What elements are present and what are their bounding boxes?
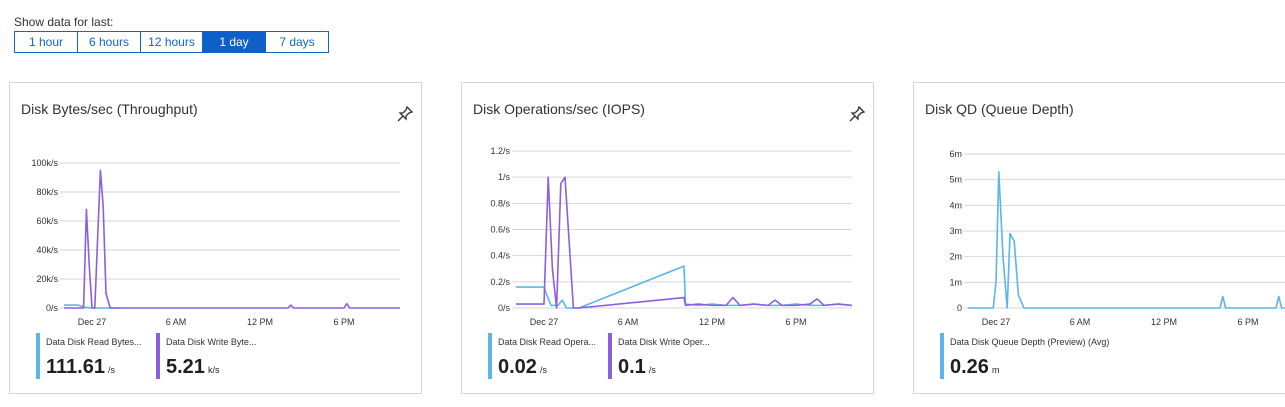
range-6-hours-button[interactable]: 6 hours — [78, 32, 141, 52]
y-tick-label: 1.2/s — [490, 146, 510, 156]
y-tick-label: 60k/s — [36, 216, 58, 226]
legend-queue-depth: Data Disk Queue Depth (Preview) (Avg) 0.… — [940, 333, 1140, 379]
y-tick-label: 3m — [949, 226, 962, 236]
y-tick-label: 0.6/s — [490, 225, 510, 235]
legend-name: Data Disk Read Opera... — [498, 337, 597, 347]
y-tick-label: 1m — [949, 277, 962, 287]
iops-chart: 1.2/s 1/s 0.8/s 0.6/s 0.4/s 0.2/s 0/s Dec 27 6 A… — [490, 146, 853, 327]
legend-read-bytes: Data Disk Read Bytes... 111.61/s — [36, 333, 146, 379]
iops-card[interactable]: Disk Operations/sec (IOPS) 1.2/s 1/s 0.8/s… — [461, 82, 874, 394]
y-tick-label: 1/s — [498, 172, 511, 182]
range-label: Show data for last: — [14, 15, 114, 29]
throughput-chart: 100k/s 80k/s 60k/s 40k/s 20k/s 0/s Dec 27 6 AM 1… — [31, 158, 400, 327]
series-line — [968, 171, 1285, 309]
legend-value: 0.1/s — [618, 356, 656, 378]
y-tick-label: 6m — [949, 149, 962, 159]
y-tick-label: 0/s — [498, 303, 511, 313]
legend-value: 0.26 m — [950, 356, 1000, 378]
x-tick-label: Dec 27 — [982, 317, 1011, 327]
legend-value: 0.02/s — [498, 356, 547, 378]
x-tick-label: Dec 27 — [530, 317, 559, 327]
x-tick-label: 12 PM — [1151, 317, 1177, 327]
x-tick-label: 6 PM — [1237, 317, 1258, 327]
y-tick-label: 0.2/s — [490, 277, 510, 287]
x-tick-label: 6 AM — [1070, 317, 1091, 327]
x-tick-label: 12 PM — [247, 317, 273, 327]
y-tick-label: 80k/s — [36, 187, 58, 197]
x-tick-label: 6 AM — [618, 317, 639, 327]
series-line — [516, 176, 853, 309]
y-tick-label: 0.8/s — [490, 198, 510, 208]
legend-value: 5.21 k/s — [166, 356, 220, 378]
y-tick-label: 0 — [957, 303, 962, 313]
range-1-day-button[interactable]: 1 day — [203, 32, 266, 52]
queue-depth-card[interactable]: Disk QD (Queue Depth) 6m 5m 4m 3m 2m 1m 0 Dec 2… — [913, 82, 1285, 394]
x-tick-label: 6 PM — [333, 317, 354, 327]
legend-name: Data Disk Write Oper... — [618, 337, 710, 347]
y-tick-label: 2m — [949, 252, 962, 262]
legend-name: Data Disk Read Bytes... — [46, 337, 142, 347]
queue-depth-chart: 6m 5m 4m 3m 2m 1m 0 Dec 27 6 AM 12 PM 6 PM — [949, 149, 1285, 327]
legend-value: 111.61/s — [46, 356, 115, 378]
series-line — [64, 169, 400, 309]
time-range-selector: 1 hour 6 hours 12 hours 1 day 7 days — [14, 31, 329, 53]
legend-name: Data Disk Queue Depth (Preview) (Avg) — [950, 337, 1110, 347]
y-tick-label: 5m — [949, 175, 962, 185]
range-12-hours-button[interactable]: 12 hours — [141, 32, 203, 52]
y-tick-label: 40k/s — [36, 245, 58, 255]
range-7-days-button[interactable]: 7 days — [266, 32, 328, 52]
legend-write-bytes: Data Disk Write Byte... 5.21 k/s — [156, 333, 276, 379]
y-tick-label: 20k/s — [36, 274, 58, 284]
x-tick-label: Dec 27 — [78, 317, 107, 327]
y-tick-label: 100k/s — [31, 158, 58, 168]
y-tick-label: 0/s — [46, 303, 59, 313]
x-tick-label: 6 PM — [785, 317, 806, 327]
legend-write-ops: Data Disk Write Oper... 0.1/s — [608, 333, 728, 379]
throughput-card[interactable]: Disk Bytes/sec (Throughput) 100k/s 80k/s 6… — [9, 82, 422, 394]
legend-name: Data Disk Write Byte... — [166, 337, 257, 347]
range-1-hour-button[interactable]: 1 hour — [15, 32, 78, 52]
x-tick-label: 12 PM — [699, 317, 725, 327]
y-tick-label: 4m — [949, 200, 962, 210]
legend-read-ops: Data Disk Read Opera... 0.02/s — [488, 333, 603, 379]
x-tick-label: 6 AM — [166, 317, 187, 327]
y-tick-label: 0.4/s — [490, 251, 510, 261]
